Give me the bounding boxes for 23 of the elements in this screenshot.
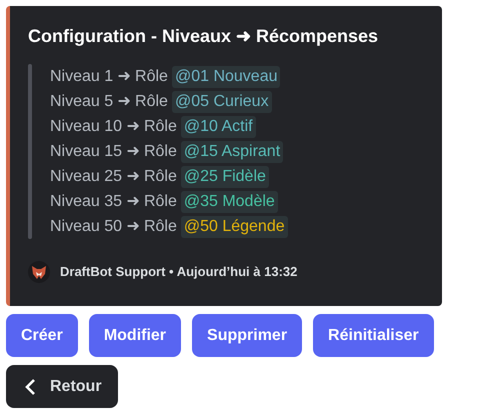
avatar-icon — [28, 261, 50, 283]
action-button[interactable]: Réinitialiser — [313, 314, 434, 357]
chevron-left-icon — [24, 378, 36, 396]
role-mention[interactable]: @35 Modèle — [180, 190, 278, 212]
level-text: Niveau 1 ➜ Rôle — [50, 66, 168, 86]
level-text: Niveau 10 ➜ Rôle — [50, 116, 177, 136]
back-button[interactable]: Retour — [6, 365, 118, 408]
role-mention[interactable]: @10 Actif — [180, 116, 256, 138]
level-text: Niveau 15 ➜ Rôle — [50, 142, 177, 162]
level-text: Niveau 50 ➜ Rôle — [50, 216, 177, 236]
level-text: Niveau 5 ➜ Rôle — [50, 92, 168, 112]
role-mention[interactable]: @01 Nouveau — [172, 66, 280, 88]
action-button[interactable]: Créer — [6, 314, 78, 357]
embed-footer: DraftBot Support • Aujourd’hui à 13:32 — [60, 262, 298, 282]
role-mention[interactable]: @25 Fidèle — [180, 166, 269, 188]
level-text: Niveau 25 ➜ Rôle — [50, 166, 177, 186]
level-text: Niveau 35 ➜ Rôle — [50, 192, 177, 212]
embed-title: Configuration - Niveaux ➜ Récompenses — [28, 25, 380, 48]
action-button[interactable]: Supprimer — [192, 314, 302, 357]
role-mention[interactable]: @05 Curieux — [172, 90, 272, 112]
role-mention[interactable]: @50 Légende — [180, 216, 288, 238]
role-mention[interactable]: @15 Aspirant — [180, 140, 284, 162]
action-button[interactable]: Modifier — [88, 314, 182, 357]
